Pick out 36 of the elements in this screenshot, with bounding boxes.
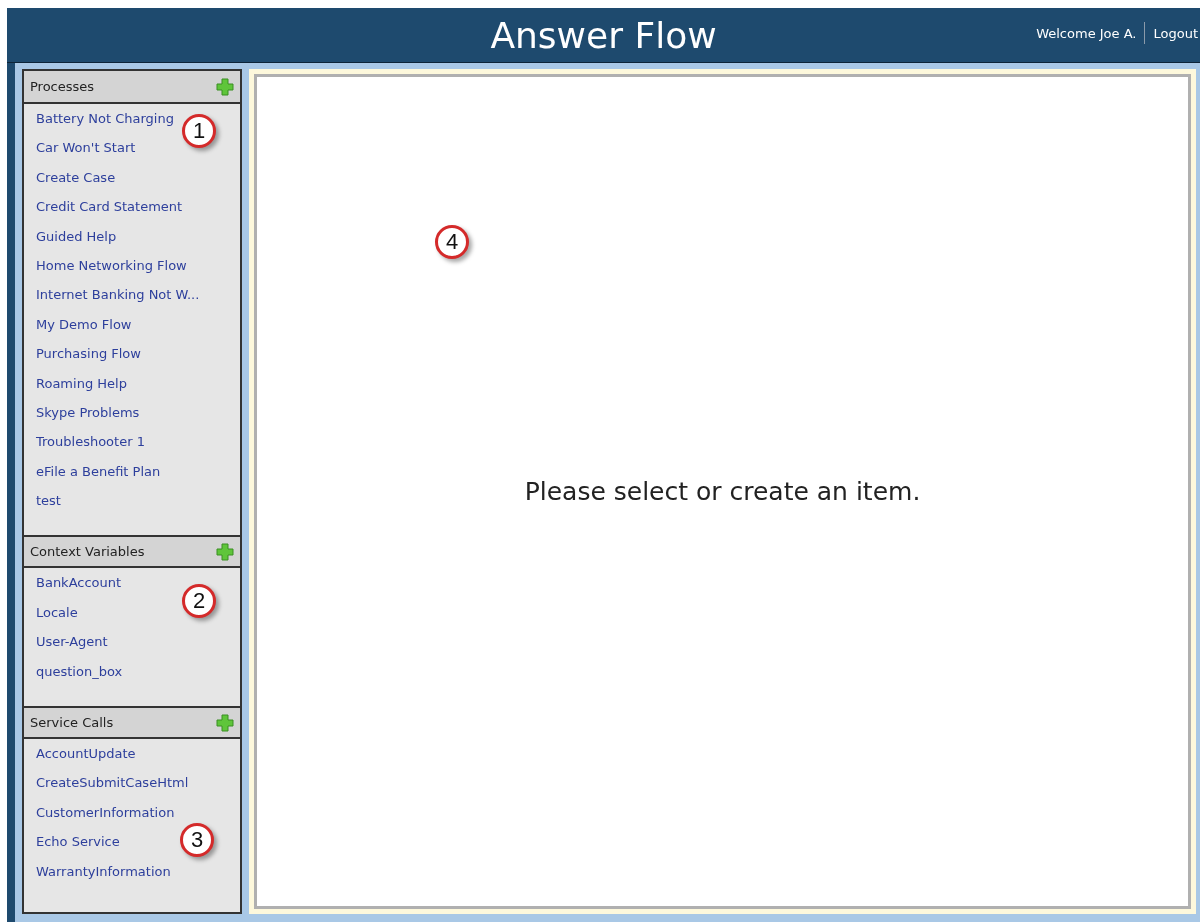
sidebar-item[interactable]: Car Won't Start xyxy=(24,133,136,163)
sidebar-item[interactable]: User-Agent xyxy=(24,627,108,657)
add-icon[interactable] xyxy=(216,77,234,96)
app-title: Answer Flow xyxy=(490,14,717,56)
sidebar-item[interactable]: Skype Problems xyxy=(24,397,140,428)
sidebar-item[interactable]: My Demo Flow xyxy=(24,309,132,340)
sidebar-item[interactable]: Battery Not Charging xyxy=(24,104,174,134)
welcome-text: Welcome Joe A. xyxy=(1036,25,1137,41)
sidebar-item[interactable]: CreateSubmitCaseHtml xyxy=(24,768,189,798)
callout-marker: 1 xyxy=(182,114,216,148)
section-title: Service Calls xyxy=(30,715,114,731)
sidebar-item[interactable]: Roaming Help xyxy=(24,368,127,398)
sidebar-item[interactable]: Guided Help xyxy=(24,221,117,251)
sidebar-item[interactable]: Echo Service xyxy=(24,827,120,857)
section-title: Processes xyxy=(30,79,95,94)
sidebar-item[interactable]: CustomerInformation xyxy=(24,797,175,828)
sidebar-item[interactable]: Internet Banking Not W... xyxy=(24,280,200,310)
sidebar-item[interactable]: Purchasing Flow xyxy=(24,339,141,369)
logout-link[interactable]: Logout xyxy=(1153,25,1198,41)
add-icon[interactable] xyxy=(216,542,234,561)
sidebar-item[interactable]: Home Networking Flow xyxy=(24,250,187,281)
section-title: Context Variables xyxy=(30,544,145,560)
sidebar-item[interactable]: test xyxy=(24,486,61,516)
sidebar-item[interactable]: eFile a Benefit Plan xyxy=(24,456,161,487)
sidebar-item[interactable]: BankAccount xyxy=(24,568,122,598)
sidebar-item[interactable]: question_box xyxy=(24,656,123,687)
sidebar-item[interactable]: Troubleshooter 1 xyxy=(24,427,145,457)
sidebar-item[interactable]: Credit Card Statement xyxy=(24,192,183,222)
add-icon[interactable] xyxy=(216,713,234,732)
sidebar-item[interactable]: AccountUpdate xyxy=(24,739,136,769)
callout-marker: 2 xyxy=(182,584,216,619)
sidebar-item[interactable]: Locale xyxy=(24,597,78,628)
sidebar-item[interactable]: Create Case xyxy=(24,162,116,193)
empty-message: Please select or create an item. xyxy=(524,477,921,506)
sidebar-item[interactable]: WarrantyInformation xyxy=(24,856,171,886)
callout-marker: 3 xyxy=(180,823,214,858)
